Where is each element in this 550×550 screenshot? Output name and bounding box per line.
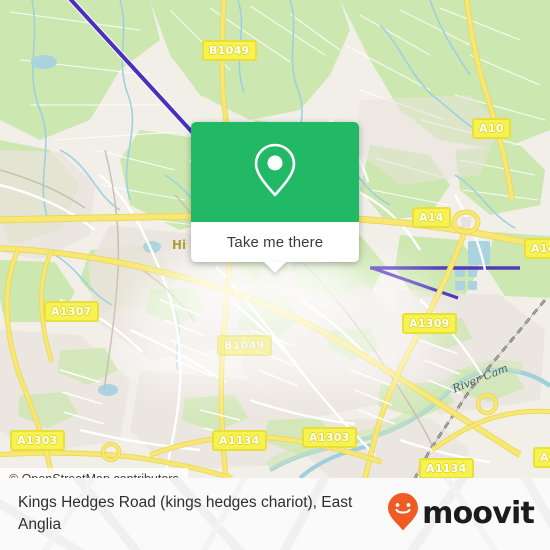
road-shield-a1-east[interactable]: A1 <box>533 447 550 468</box>
road-shield-a1134-east[interactable]: A1134 <box>419 458 474 478</box>
road-shield-a1134-west[interactable]: A1134 <box>212 430 267 451</box>
popup-action-area[interactable]: Take me there <box>191 222 359 273</box>
popup-icon-area <box>191 122 359 222</box>
road-shield-a1303-mid[interactable]: A1303 <box>302 427 357 448</box>
osm-attribution[interactable]: © OpenStreetMap contributors <box>0 468 188 478</box>
take-me-there-label: Take me there <box>226 233 324 251</box>
road-shield-a1309[interactable]: A1309 <box>402 313 457 334</box>
popup-tail-pointer <box>264 262 286 273</box>
road-shield-b1049-south[interactable]: B1049 <box>217 335 272 356</box>
road-shield-a14-west[interactable]: A14 <box>412 207 451 228</box>
footer-bar: Kings Hedges Road (kings hedges chariot)… <box>0 478 550 550</box>
road-shield-a1307[interactable]: A1307 <box>44 301 99 322</box>
map-pin-icon <box>253 142 297 203</box>
map-canvas[interactable]: Hi River Cam B1049 A10 A14 A14 A1307 A13… <box>0 0 550 478</box>
location-title: Kings Hedges Road (kings hedges chariot)… <box>18 494 353 533</box>
road-shield-b1049-north[interactable]: B1049 <box>202 40 257 61</box>
road-shield-a10[interactable]: A10 <box>472 118 511 139</box>
moovit-pin-icon <box>387 492 419 537</box>
location-popup-card[interactable]: Take me there <box>191 122 359 273</box>
map-share-card: Hi River Cam B1049 A10 A14 A14 A1307 A13… <box>0 0 550 550</box>
road-shield-a14-east[interactable]: A14 <box>524 238 550 259</box>
street-name-label: Hi <box>172 238 187 252</box>
moovit-logo[interactable]: moovit <box>387 492 535 537</box>
moovit-wordmark: moovit <box>422 496 535 531</box>
road-shield-a1303-west[interactable]: A1303 <box>10 430 65 451</box>
